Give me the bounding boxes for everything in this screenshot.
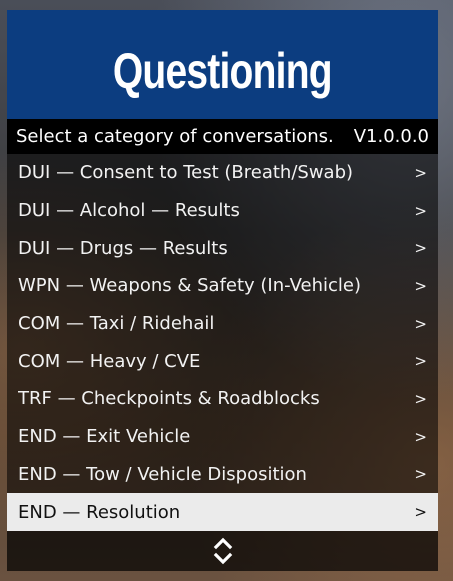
menu-item-label: DUI — Alcohol — Results xyxy=(18,200,240,222)
menu-item-label: END — Tow / Vehicle Disposition xyxy=(18,463,307,485)
menu-item-dui-consent[interactable]: DUI — Consent to Test (Breath/Swab) > xyxy=(7,154,438,192)
menu-item-end-exit[interactable]: END — Exit Vehicle > xyxy=(7,418,438,456)
menu-title: Questioning xyxy=(113,42,333,99)
menu-item-label: TRF — Checkpoints & Roadblocks xyxy=(18,388,320,410)
menu-item-dui-alcohol[interactable]: DUI — Alcohol — Results > xyxy=(7,192,438,230)
menu-item-label: COM — Heavy / CVE xyxy=(18,350,201,372)
menu-subtitle-bar: Select a category of conversations. V1.0… xyxy=(7,119,438,154)
menu-item-label: END — Resolution xyxy=(18,501,181,523)
menu-item-com-heavy[interactable]: COM — Heavy / CVE > xyxy=(7,342,438,380)
menu-item-end-tow[interactable]: END — Tow / Vehicle Disposition > xyxy=(7,456,438,494)
questioning-menu: Questioning Select a category of convers… xyxy=(7,10,438,571)
menu-item-label: DUI — Drugs — Results xyxy=(18,237,228,259)
chevron-right-icon: > xyxy=(414,201,427,220)
chevron-right-icon: > xyxy=(414,503,427,522)
chevron-right-icon: > xyxy=(414,465,427,484)
menu-item-label: COM — Taxi / Ridehail xyxy=(18,313,215,335)
up-down-chevrons-icon xyxy=(213,536,233,566)
menu-scroll-indicator[interactable] xyxy=(7,530,438,571)
menu-item-com-taxi[interactable]: COM — Taxi / Ridehail > xyxy=(7,305,438,343)
chevron-right-icon: > xyxy=(414,352,427,371)
menu-item-wpn-weapons[interactable]: WPN — Weapons & Safety (In-Vehicle) > xyxy=(7,267,438,305)
chevron-right-icon: > xyxy=(414,276,427,295)
menu-item-label: DUI — Consent to Test (Breath/Swab) xyxy=(18,162,354,184)
menu-banner: Questioning xyxy=(7,10,438,119)
menu-item-dui-drugs[interactable]: DUI — Drugs — Results > xyxy=(7,229,438,267)
chevron-right-icon: > xyxy=(414,239,427,258)
chevron-right-icon: > xyxy=(414,163,427,182)
menu-item-list: DUI — Consent to Test (Breath/Swab) > DU… xyxy=(7,154,438,531)
chevron-right-icon: > xyxy=(414,389,427,408)
menu-subtitle: Select a category of conversations. xyxy=(16,126,334,147)
chevron-right-icon: > xyxy=(414,427,427,446)
menu-item-label: WPN — Weapons & Safety (In-Vehicle) xyxy=(18,275,361,297)
menu-item-trf-checkpoints[interactable]: TRF — Checkpoints & Roadblocks > xyxy=(7,380,438,418)
menu-item-label: END — Exit Vehicle xyxy=(18,426,191,448)
chevron-right-icon: > xyxy=(414,314,427,333)
menu-version: V1.0.0.0 xyxy=(353,126,429,147)
menu-item-end-resolution[interactable]: END — Resolution > xyxy=(7,493,438,531)
